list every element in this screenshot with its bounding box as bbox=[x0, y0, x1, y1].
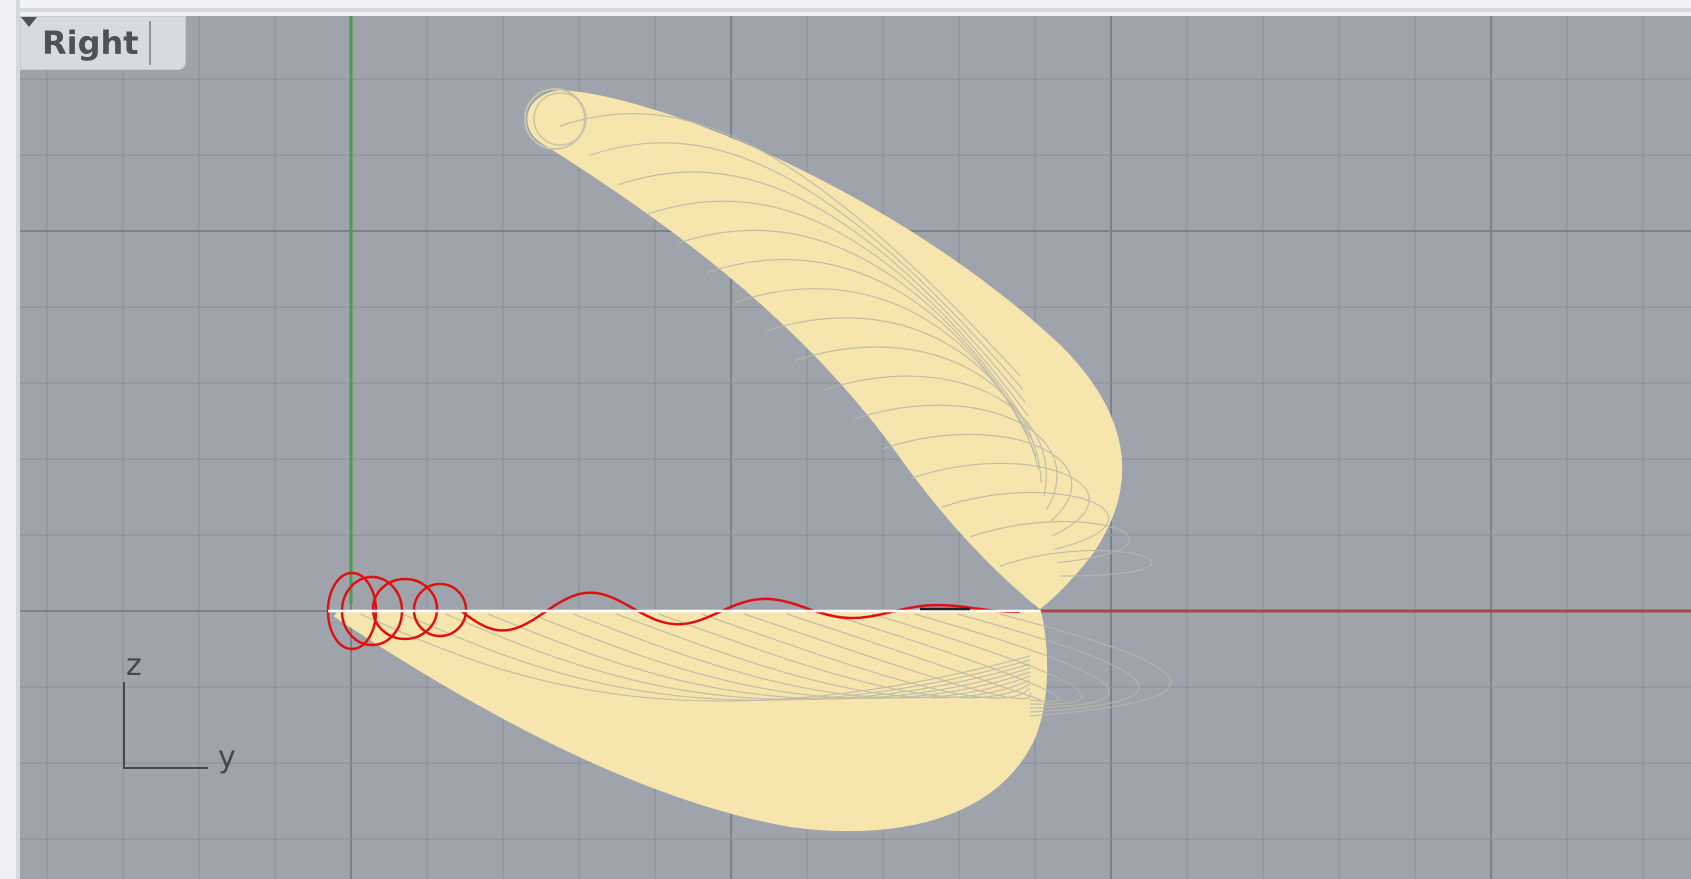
axis-widget-vertical-label: z bbox=[126, 648, 142, 683]
left-panel-edge bbox=[0, 0, 20, 879]
axis-widget bbox=[123, 682, 208, 769]
viewport-canvas[interactable] bbox=[20, 16, 1691, 879]
top-panel-edge bbox=[0, 0, 1691, 12]
upper-sweep-surface bbox=[524, 88, 1153, 610]
triangle-down-icon[interactable] bbox=[21, 16, 179, 70]
viewport-title-tab[interactable]: Right bbox=[20, 16, 186, 70]
axis-widget-horizontal-label: y bbox=[218, 740, 236, 775]
right-viewport[interactable]: Right z y bbox=[20, 16, 1691, 879]
lower-sweep-surface bbox=[333, 610, 1172, 832]
rhino-app: Right z y bbox=[0, 0, 1691, 879]
viewport-title[interactable]: Right bbox=[20, 16, 149, 70]
